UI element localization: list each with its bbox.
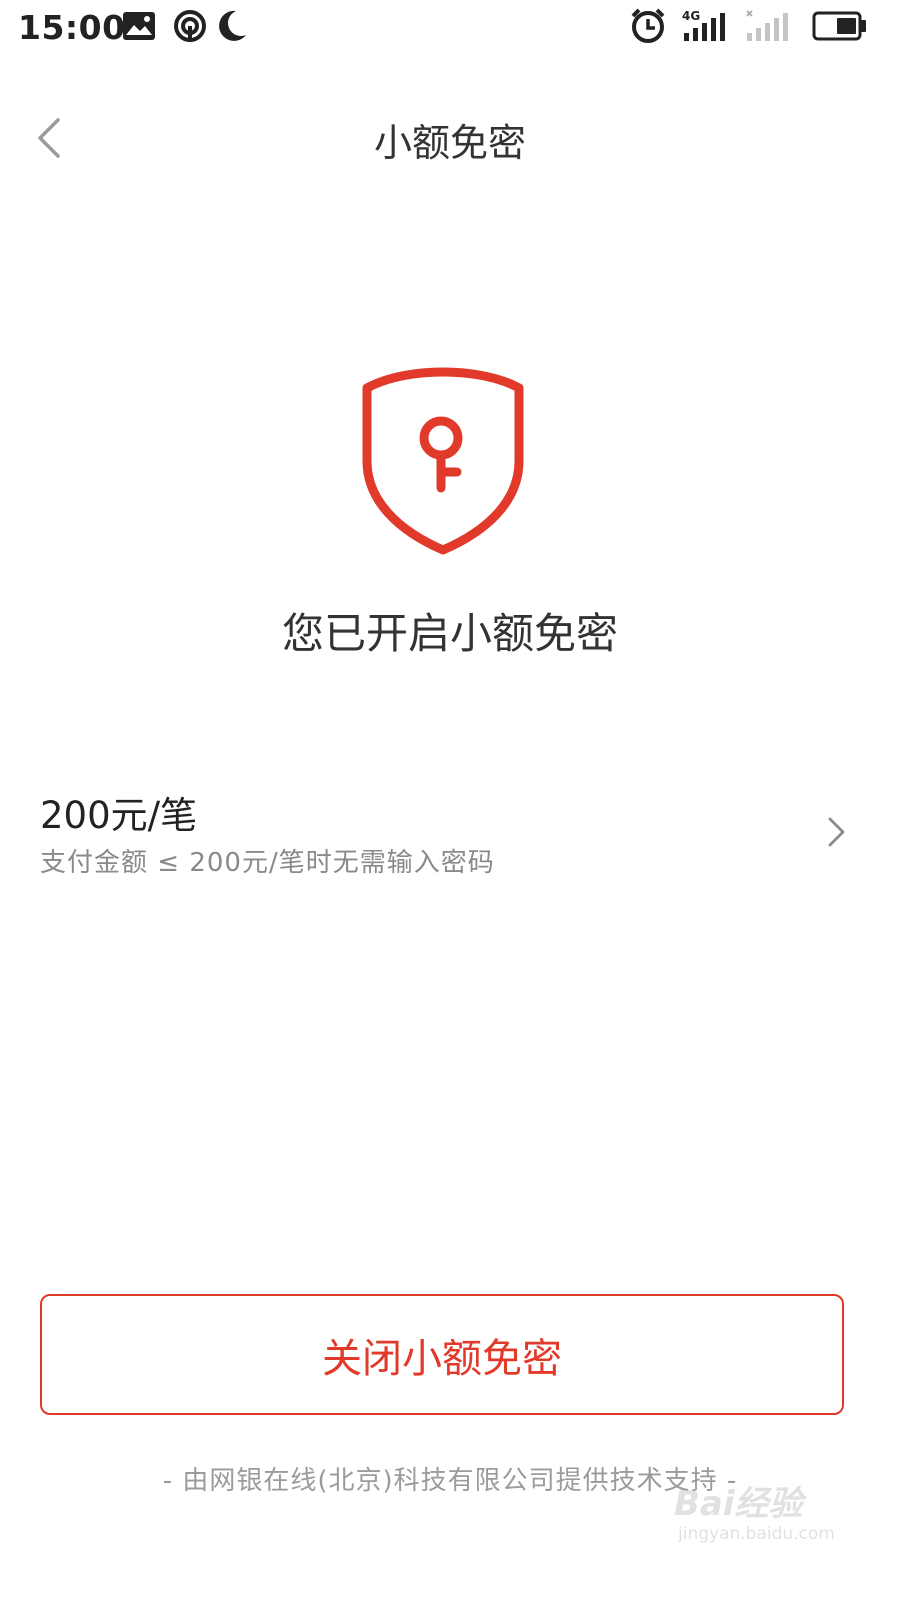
limit-amount: 200元/笔: [40, 794, 198, 837]
watermark-site: jingyan.baidu.com: [678, 1524, 835, 1544]
limit-description: 支付金额 ≤ 200元/笔时无需输入密码: [40, 848, 495, 878]
hotspot-icon: [174, 10, 206, 42]
shield-key-icon: [362, 367, 524, 555]
watermark-brand: Bai经验: [674, 1484, 803, 1524]
status-message: 您已开启小额免密: [281, 609, 618, 658]
alarm-icon: [631, 8, 665, 43]
close-small-amount-free-button[interactable]: 关闭小额免密: [40, 1294, 844, 1415]
status-time: 15:00: [18, 8, 126, 47]
chevron-right-icon: [828, 817, 845, 847]
photo-icon: [123, 12, 155, 40]
status-bar: 15:00 4G: [0, 0, 900, 56]
page-title: 小额免密: [373, 121, 526, 165]
limit-setting-row[interactable]: 200元/笔 支付金额 ≤ 200元/笔时无需输入密码: [0, 775, 900, 885]
moon-icon: [219, 10, 246, 41]
watermark-logo: Bai经验 jingyan.baidu.com: [674, 1476, 854, 1556]
battery-icon: [812, 11, 866, 41]
signal-icon: 4G: [682, 9, 728, 43]
signal-empty-icon: [746, 10, 788, 41]
